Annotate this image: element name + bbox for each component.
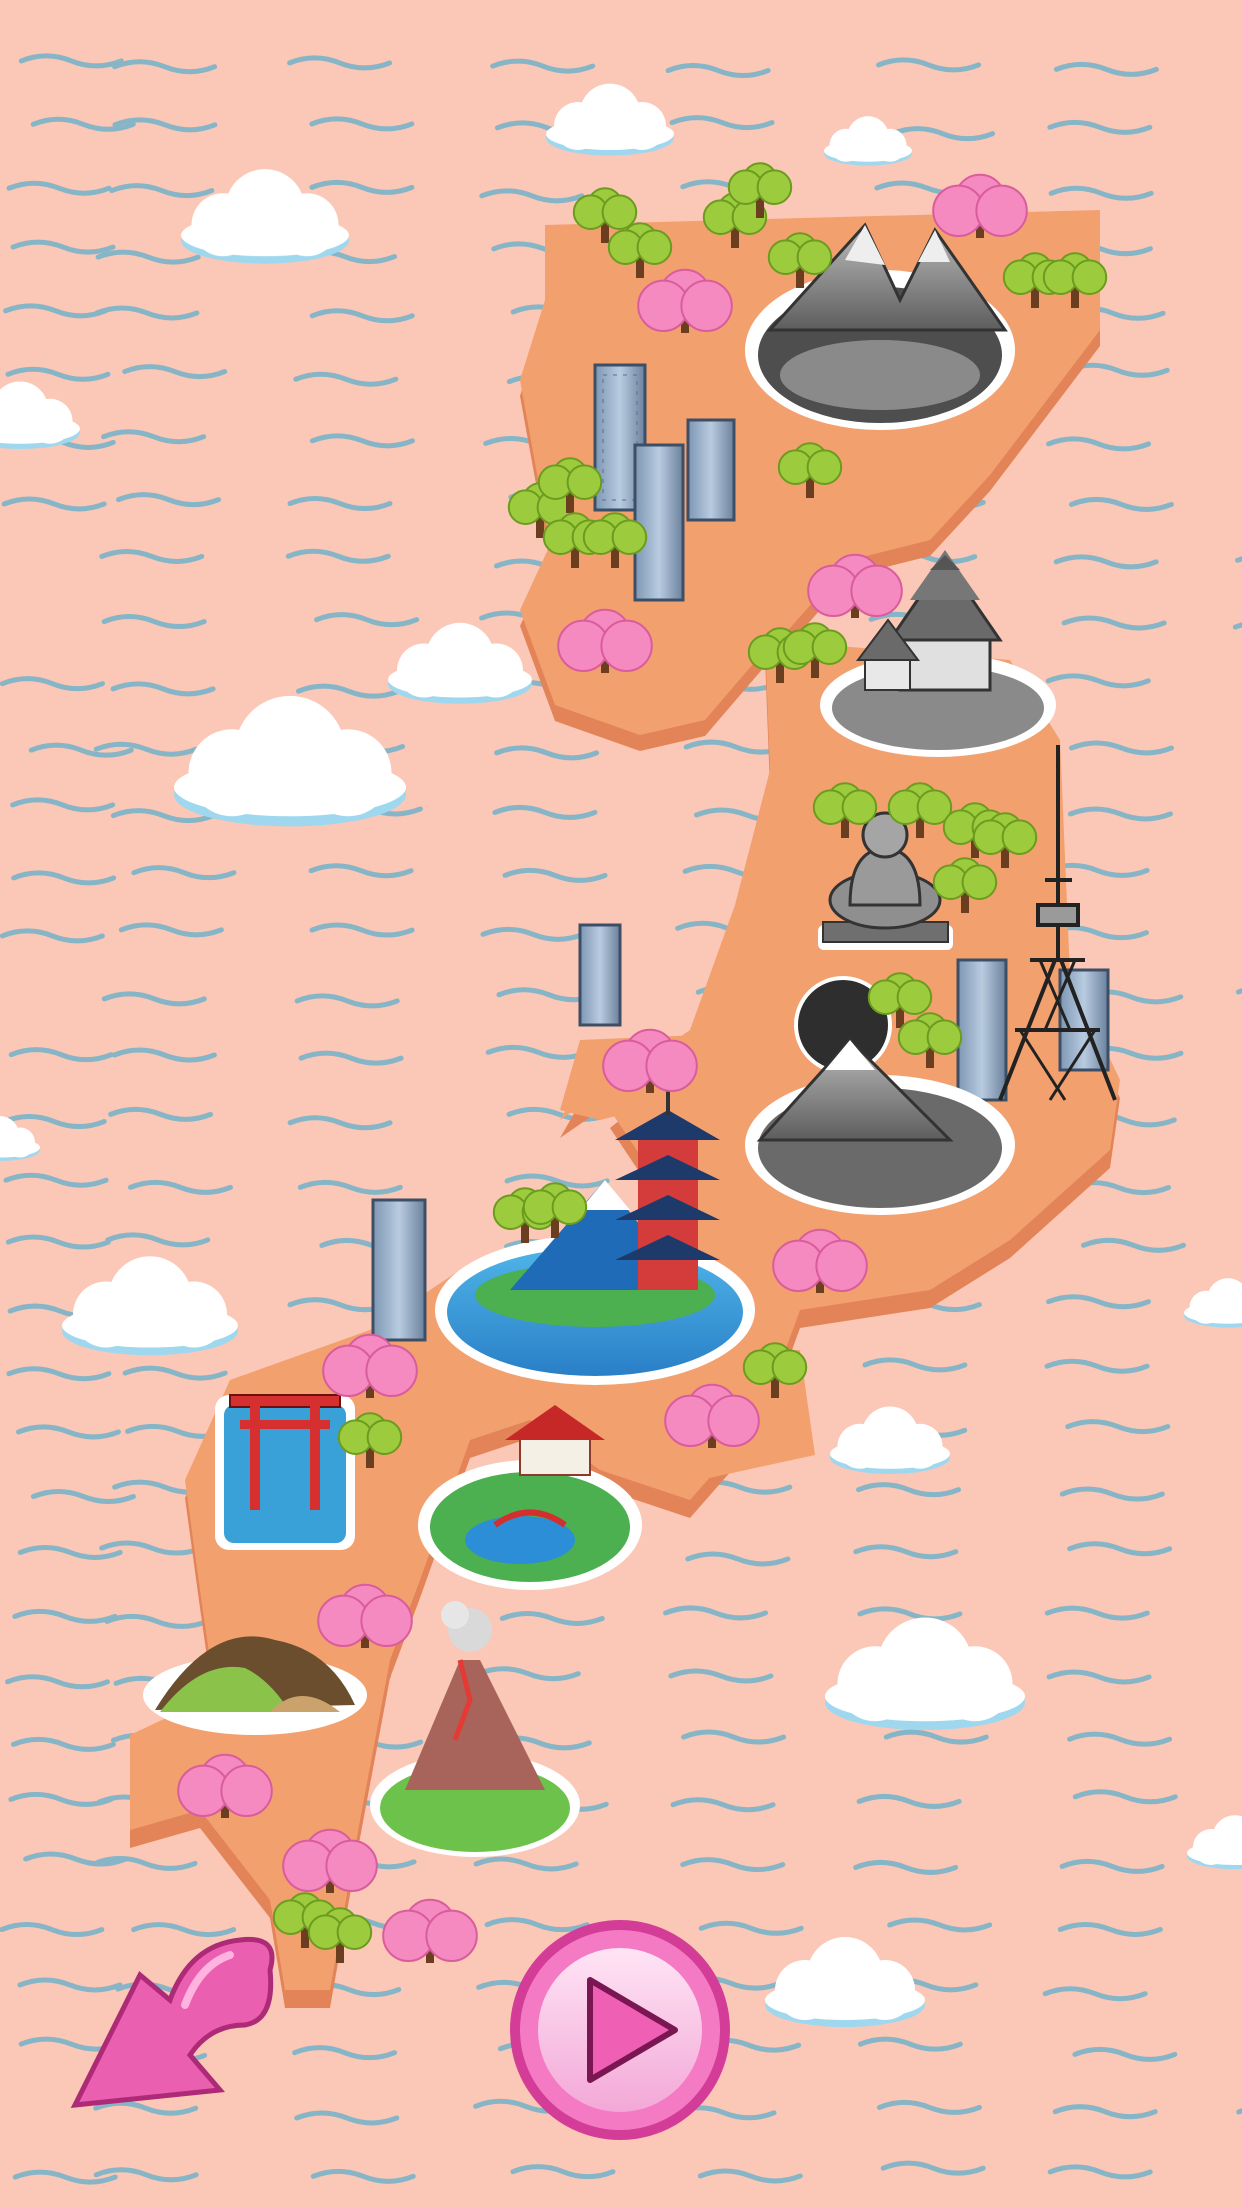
hills-icon bbox=[143, 1636, 367, 1735]
cherry-blossom-tree bbox=[282, 1828, 378, 1893]
back-button[interactable] bbox=[60, 1930, 290, 2120]
cherry-blossom-tree bbox=[382, 1898, 478, 1963]
green-tree bbox=[897, 1012, 963, 1068]
level-garden-temple[interactable] bbox=[418, 1405, 642, 1590]
pagoda-icon bbox=[435, 1070, 755, 1385]
green-tree bbox=[932, 857, 998, 913]
cherry-blossom-tree bbox=[807, 553, 903, 618]
cherry-blossom-tree bbox=[772, 1228, 868, 1293]
cherry-blossom-tree bbox=[322, 1333, 418, 1398]
cherry-blossom-tree bbox=[637, 268, 733, 333]
cherry-blossom-tree bbox=[317, 1583, 413, 1648]
green-tree bbox=[1042, 252, 1108, 308]
buddha-icon bbox=[818, 811, 953, 950]
green-tree bbox=[777, 442, 843, 498]
level-rice-hills[interactable] bbox=[143, 1636, 367, 1735]
green-tree bbox=[307, 1907, 373, 1963]
level-great-buddha[interactable] bbox=[818, 811, 953, 950]
back-arrow-icon bbox=[70, 1936, 275, 2108]
green-tree bbox=[582, 512, 648, 568]
green-tree bbox=[742, 1342, 808, 1398]
levels-layer bbox=[143, 162, 1117, 1963]
play-button[interactable] bbox=[505, 1915, 735, 2145]
green-tree bbox=[607, 222, 673, 278]
cherry-blossom-tree bbox=[177, 1753, 273, 1818]
cherry-blossom-tree bbox=[557, 608, 653, 673]
green-tree bbox=[972, 812, 1038, 868]
tokyo-tower-icon bbox=[998, 745, 1117, 1101]
cherry-blossom-tree bbox=[932, 173, 1028, 238]
level-fuji-pagoda[interactable] bbox=[435, 1070, 755, 1385]
torii-gate-icon bbox=[215, 1394, 355, 1550]
garden-temple-icon bbox=[418, 1405, 642, 1590]
cherry-blossom-tree bbox=[602, 1028, 698, 1093]
level-tokyo-tower[interactable] bbox=[998, 745, 1117, 1101]
level-torii-gate[interactable] bbox=[215, 1394, 355, 1550]
cherry-blossom-tree bbox=[664, 1383, 760, 1448]
